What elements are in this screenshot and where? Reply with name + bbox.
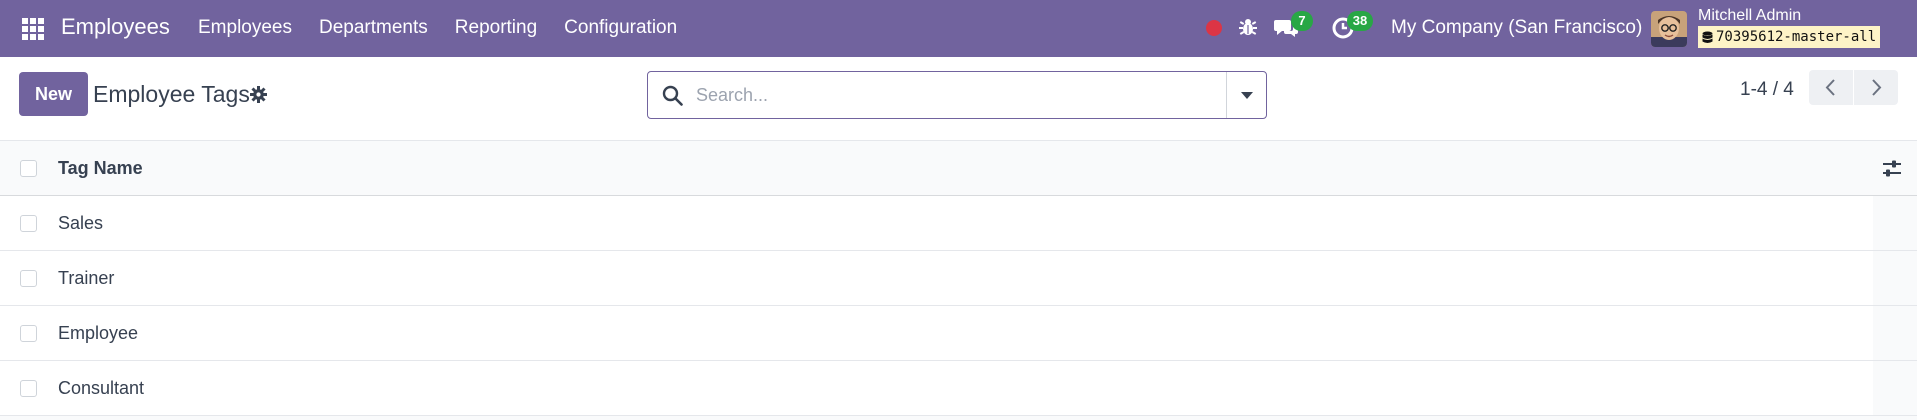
- row-spacer: [1873, 196, 1917, 250]
- tag-name-cell: Sales: [58, 213, 104, 233]
- activity-badge: 38: [1347, 11, 1373, 31]
- database-name: 70395612-master-all: [1716, 29, 1877, 45]
- bug-icon[interactable]: [1237, 16, 1259, 38]
- menu-item-reporting[interactable]: Reporting: [455, 17, 537, 39]
- caret-down-icon: [1241, 92, 1253, 99]
- table-row[interactable]: Consultant: [0, 361, 1917, 416]
- search-input[interactable]: [696, 73, 1196, 117]
- app-title[interactable]: Employees: [61, 14, 170, 40]
- new-button[interactable]: New: [19, 72, 88, 116]
- row-spacer: [1873, 306, 1917, 360]
- search-icon: [662, 85, 683, 106]
- pager-next-button[interactable]: [1854, 70, 1898, 105]
- user-name[interactable]: Mitchell Admin: [1698, 7, 1801, 25]
- row-checkbox[interactable]: [20, 380, 37, 397]
- table-row[interactable]: Sales: [0, 196, 1917, 251]
- row-checkbox[interactable]: [20, 325, 37, 342]
- tag-name-cell: Employee: [58, 323, 139, 343]
- menu-item-configuration[interactable]: Configuration: [564, 17, 677, 39]
- top-navbar: Employees Employees Departments Reportin…: [0, 0, 1917, 57]
- recording-indicator[interactable]: [1206, 20, 1222, 36]
- column-header-tag-name[interactable]: Tag Name: [58, 158, 143, 179]
- pager-value[interactable]: 1-4 / 4: [1740, 79, 1794, 101]
- tag-name-cell: Consultant: [58, 378, 145, 398]
- chat-badge: 7: [1291, 11, 1313, 31]
- apps-grid-icon[interactable]: [21, 17, 45, 41]
- database-icon: [1702, 31, 1713, 43]
- gear-icon[interactable]: [250, 86, 267, 103]
- control-panel: New Employee Tags 1-4 / 4: [0, 57, 1917, 141]
- table-row[interactable]: Employee: [0, 306, 1917, 361]
- main-menu: Employees Departments Reporting Configur…: [198, 17, 704, 39]
- row-spacer: [1873, 361, 1917, 415]
- chevron-right-icon: [1872, 79, 1882, 96]
- page-title: Employee Tags: [93, 81, 250, 107]
- list-footer-area: [0, 416, 1917, 420]
- avatar[interactable]: [1651, 11, 1687, 47]
- search-options-toggle[interactable]: [1226, 72, 1266, 118]
- row-checkbox[interactable]: [20, 215, 37, 232]
- menu-item-departments[interactable]: Departments: [319, 17, 428, 39]
- sliders-icon[interactable]: [1881, 158, 1903, 180]
- menu-item-employees[interactable]: Employees: [198, 17, 292, 39]
- select-all-checkbox[interactable]: [20, 160, 37, 177]
- list-view: Tag Name Sales Trainer Employee Consulta…: [0, 141, 1917, 416]
- database-badge: 70395612-master-all: [1698, 26, 1881, 48]
- avatar-image: [1651, 11, 1687, 47]
- company-switcher[interactable]: My Company (San Francisco): [1391, 17, 1642, 39]
- pager-previous-button[interactable]: [1809, 70, 1853, 105]
- row-spacer: [1873, 251, 1917, 305]
- search-bar: [647, 71, 1267, 119]
- tag-name-cell: Trainer: [58, 268, 115, 288]
- row-checkbox[interactable]: [20, 270, 37, 287]
- list-header: Tag Name: [0, 141, 1917, 196]
- chevron-left-icon: [1825, 79, 1835, 96]
- table-row[interactable]: Trainer: [0, 251, 1917, 306]
